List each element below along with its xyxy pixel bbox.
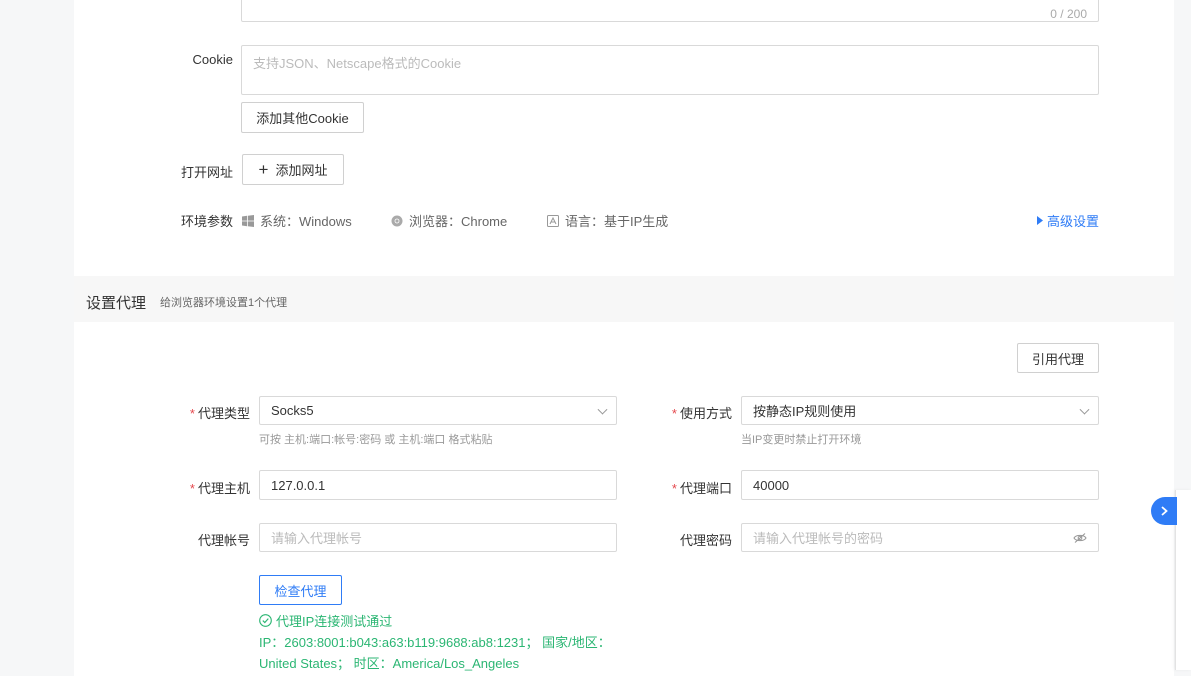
proxy-type-label: * 代理类型 <box>160 403 250 422</box>
env-system-text: 系统：Windows <box>260 214 352 229</box>
add-url-label: 添加网址 <box>275 163 328 178</box>
advanced-settings-link[interactable]: 高级设置 <box>1037 211 1099 230</box>
cookie-textarea[interactable]: 支持JSON、Netscape格式的Cookie <box>241 45 1099 95</box>
chevron-down-icon <box>597 404 608 415</box>
side-panel-edge <box>1175 490 1191 670</box>
proxy-ip-line: IP：2603:8001:b043:a63:b119:9688:ab8:1231… <box>259 635 611 650</box>
usage-label-text: 使用方式 <box>679 406 732 421</box>
usage-value: 按静态IP规则使用 <box>753 404 857 419</box>
proxy-location-line: United States； 时区：America/Los_Angeles <box>259 656 520 671</box>
plus-icon: + <box>258 160 269 179</box>
add-cookie-button[interactable]: 添加其他Cookie <box>241 102 364 133</box>
proxy-test-status: 代理IP连接测试通过 <box>259 611 392 630</box>
add-url-button[interactable]: + 添加网址 <box>242 154 344 185</box>
usage-label: * 使用方式 <box>642 403 732 422</box>
chrome-icon <box>391 215 403 226</box>
usage-hint: 当IP变更时禁止打开环境 <box>741 434 862 446</box>
env-browser: 浏览器：Chrome <box>391 211 507 230</box>
eye-hidden-icon[interactable] <box>1073 533 1087 543</box>
language-icon <box>547 214 559 227</box>
chevron-right-icon <box>1160 506 1168 516</box>
proxy-type-select[interactable]: Socks5 <box>259 396 617 425</box>
env-browser-text: 浏览器：Chrome <box>409 214 508 229</box>
proxy-port-label: * 代理端口 <box>642 478 732 497</box>
windows-icon <box>242 214 254 227</box>
proxy-test-status-text: 代理IP连接测试通过 <box>276 614 393 629</box>
proxy-host-label-text: 代理主机 <box>197 481 250 496</box>
env-language-text: 语言：基于IP生成 <box>565 214 669 229</box>
cookie-placeholder: 支持JSON、Netscape格式的Cookie <box>253 56 462 71</box>
proxy-host-label: * 代理主机 <box>160 478 250 497</box>
proxy-port-input[interactable]: 40000 <box>741 470 1099 500</box>
proxy-account-placeholder: 请输入代理帐号 <box>271 531 363 546</box>
usage-select[interactable]: 按静态IP规则使用 <box>741 396 1099 425</box>
proxy-type-label-text: 代理类型 <box>197 406 250 421</box>
notes-textarea[interactable]: 0 / 200 <box>241 0 1099 22</box>
chevron-down-icon <box>1079 404 1090 415</box>
proxy-section-subtitle: 给浏览器环境设置1个代理 <box>160 297 288 309</box>
check-proxy-button[interactable]: 检查代理 <box>259 575 342 605</box>
caret-right-icon <box>1037 216 1043 225</box>
proxy-type-value: Socks5 <box>271 403 314 418</box>
env-system: 系统：Windows <box>242 211 352 230</box>
proxy-port-label-text: 代理端口 <box>679 481 732 496</box>
proxy-password-placeholder: 请输入代理帐号的密码 <box>753 531 884 546</box>
advanced-settings-label: 高级设置 <box>1047 214 1100 229</box>
check-circle-icon <box>259 614 272 627</box>
proxy-section-title: 设置代理 <box>86 295 147 312</box>
required-mark: * <box>189 481 195 496</box>
proxy-type-hint: 可按 主机:端口:帐号:密码 或 主机:端口 格式粘贴 <box>259 434 493 446</box>
cite-proxy-button[interactable]: 引用代理 <box>1017 343 1099 373</box>
cookie-label: Cookie <box>192 52 233 67</box>
required-mark: * <box>189 406 195 421</box>
char-counter: 0 / 200 <box>1050 7 1087 21</box>
env-language: 语言：基于IP生成 <box>547 211 668 230</box>
proxy-host-value: 127.0.0.1 <box>271 477 326 493</box>
required-mark: * <box>671 406 677 421</box>
proxy-account-input[interactable]: 请输入代理帐号 <box>259 523 617 552</box>
proxy-password-label: 代理密码 <box>679 533 732 548</box>
required-mark: * <box>671 481 677 496</box>
proxy-password-input[interactable]: 请输入代理帐号的密码 <box>741 523 1099 552</box>
open-url-label: 打开网址 <box>180 165 233 180</box>
form-panel <box>74 0 1174 676</box>
proxy-account-label: 代理帐号 <box>197 533 250 548</box>
env-label: 环境参数 <box>180 214 233 229</box>
proxy-port-value: 40000 <box>753 477 790 493</box>
proxy-host-input[interactable]: 127.0.0.1 <box>259 470 617 500</box>
expand-side-button[interactable] <box>1151 497 1177 525</box>
